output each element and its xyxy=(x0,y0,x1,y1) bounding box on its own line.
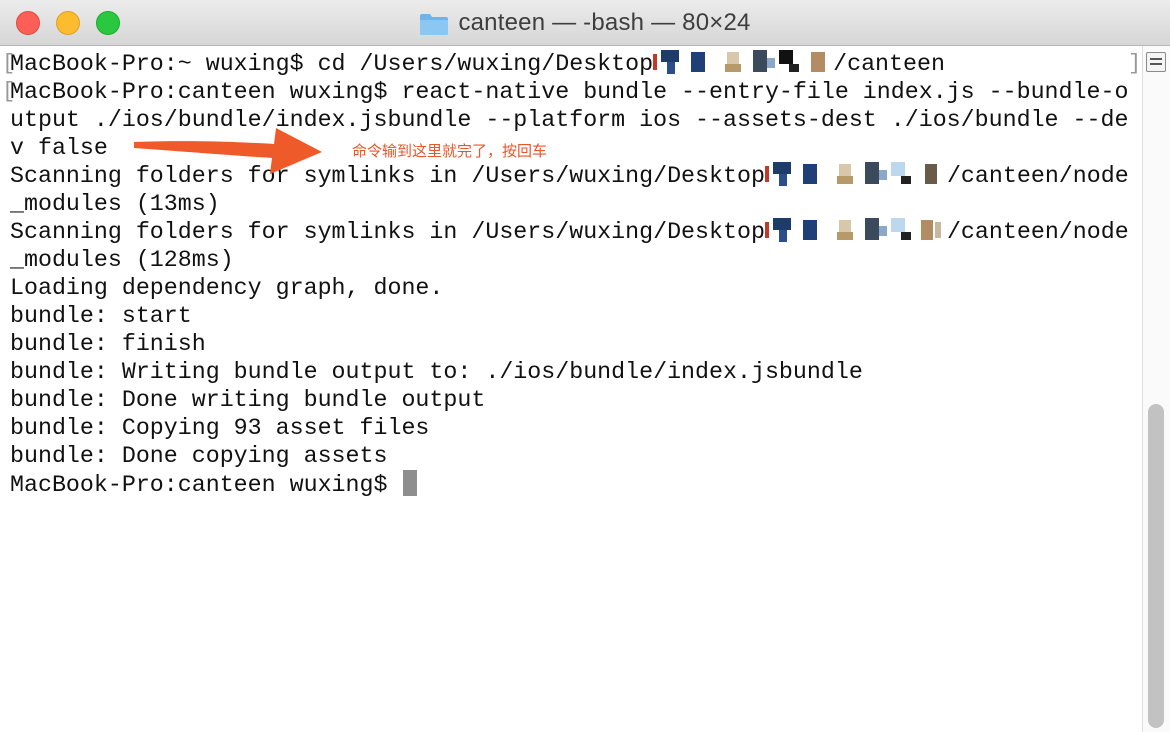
annotation-text: 命令输到这里就完了，按回车 xyxy=(352,142,548,160)
terminal-output: MacBook-Pro:~ wuxing$ cd /Users/wuxing/D… xyxy=(10,50,1129,498)
redacted-mosaic xyxy=(764,162,937,186)
terminal-line: _modules (128ms) xyxy=(10,247,234,273)
text-cursor xyxy=(403,470,418,496)
terminal-line: MacBook-Pro:~ wuxing$ cd /Users/wuxing/D… xyxy=(10,50,945,77)
terminal-line: bundle: start xyxy=(10,303,192,329)
window-title-group: canteen — -bash — 80×24 xyxy=(0,0,1170,46)
terminal-line: bundle: Done copying assets xyxy=(10,443,388,469)
terminal-line: MacBook-Pro:canteen wuxing$ react-native… xyxy=(10,79,1129,105)
terminal-prompt-line[interactable]: MacBook-Pro:canteen wuxing$ xyxy=(10,470,1129,498)
scrollbar-thumb[interactable] xyxy=(1148,404,1164,728)
terminal-view[interactable]: [ ] [ MacBook-Pro:~ wuxing$ cd /Users/wu… xyxy=(0,46,1142,732)
redacted-mosaic xyxy=(653,50,826,74)
terminal-line: Loading dependency graph, done. xyxy=(10,275,444,301)
title-bar: canteen — -bash — 80×24 xyxy=(0,0,1170,46)
window-title: canteen — -bash — 80×24 xyxy=(458,9,751,36)
terminal-line: v false xyxy=(10,135,108,161)
terminal-line: _modules (13ms) xyxy=(10,191,220,217)
line-marker-right: ] xyxy=(1128,51,1142,76)
terminal-line: bundle: Copying 93 asset files xyxy=(10,415,430,441)
folder-icon xyxy=(420,14,449,35)
redacted-mosaic xyxy=(764,218,941,242)
terminal-line: Scanning folders for symlinks in /Users/… xyxy=(10,218,1129,245)
terminal-line: utput ./ios/bundle/index.jsbundle --plat… xyxy=(10,107,1129,133)
terminal-line: bundle: Done writing bundle output xyxy=(10,387,486,413)
terminal-line: bundle: finish xyxy=(10,331,206,357)
terminal-line: Scanning folders for symlinks in /Users/… xyxy=(10,162,1129,189)
split-pane-button[interactable] xyxy=(1146,52,1166,72)
terminal-line: bundle: Writing bundle output to: ./ios/… xyxy=(10,359,863,385)
